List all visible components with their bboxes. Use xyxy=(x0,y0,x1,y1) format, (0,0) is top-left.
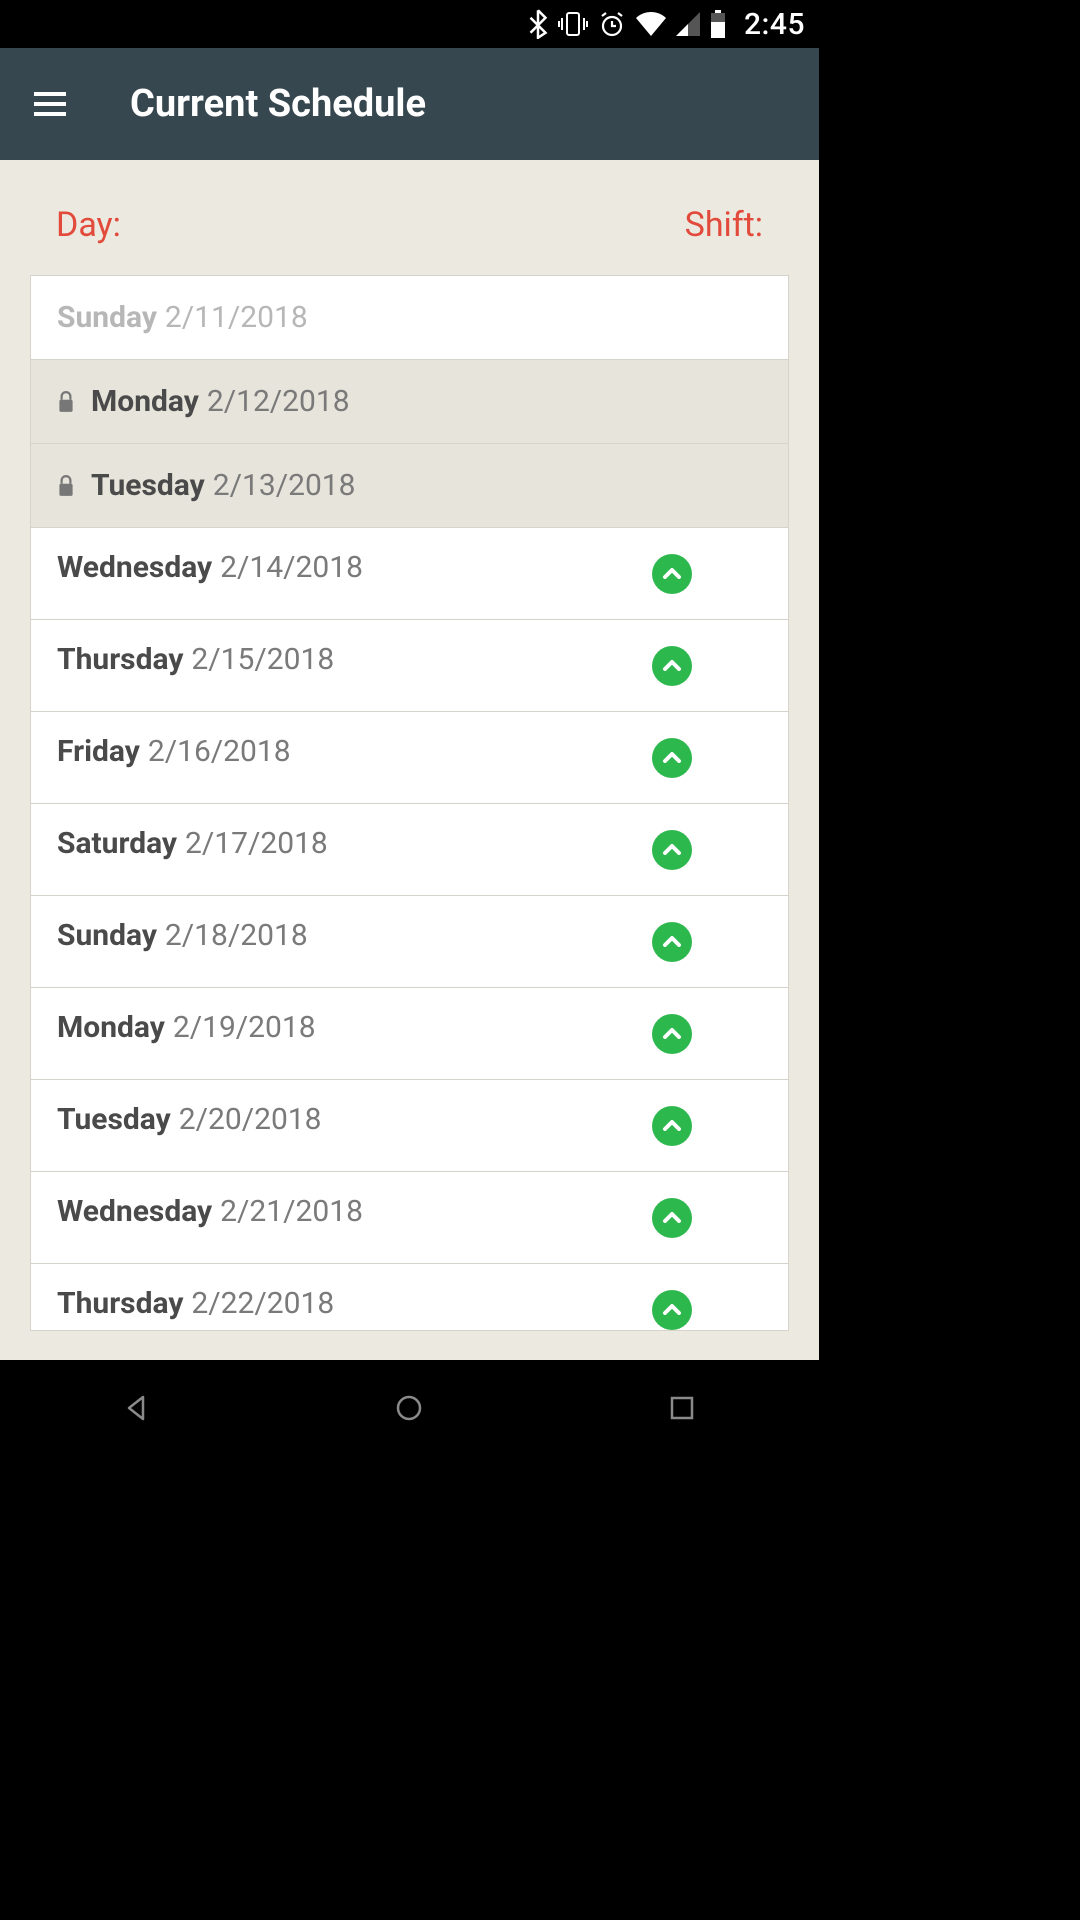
lock-icon xyxy=(57,475,75,497)
shift-up-button[interactable] xyxy=(652,738,692,778)
chevron-up-icon xyxy=(660,746,684,770)
status-clock: 2:45 xyxy=(744,7,805,42)
home-button[interactable] xyxy=(274,1360,544,1456)
android-nav-bar xyxy=(0,1360,819,1456)
shift-up-button[interactable] xyxy=(652,1290,692,1330)
schedule-row[interactable]: Saturday2/17/2018 xyxy=(31,804,788,896)
chevron-up-icon xyxy=(660,1298,684,1322)
schedule-row[interactable]: Sunday2/11/2018 xyxy=(31,276,788,360)
chevron-up-icon xyxy=(660,930,684,954)
day-name: Wednesday xyxy=(57,1194,212,1229)
schedule-row[interactable]: Tuesday2/13/2018 xyxy=(31,444,788,528)
row-text: Friday2/16/2018 xyxy=(57,734,291,769)
row-text: Wednesday2/21/2018 xyxy=(57,1194,363,1229)
day-name: Friday xyxy=(57,734,140,769)
day-name: Tuesday xyxy=(91,468,205,503)
wifi-icon xyxy=(636,12,666,36)
chevron-up-icon xyxy=(660,654,684,678)
shift-up-button[interactable] xyxy=(652,646,692,686)
vibrate-icon xyxy=(558,9,588,39)
day-date: 2/14/2018 xyxy=(220,550,363,585)
schedule-row[interactable]: Thursday2/22/2018 xyxy=(31,1264,788,1330)
alarm-icon xyxy=(598,10,626,38)
day-name: Sunday xyxy=(57,300,157,335)
schedule-row[interactable]: Monday2/19/2018 xyxy=(31,988,788,1080)
day-name: Thursday xyxy=(57,1286,183,1321)
row-text: Monday2/12/2018 xyxy=(91,384,350,419)
shift-up-button[interactable] xyxy=(652,922,692,962)
cell-signal-icon xyxy=(676,12,700,36)
chevron-up-icon xyxy=(660,562,684,586)
shift-up-button[interactable] xyxy=(652,1014,692,1054)
row-text: Thursday2/22/2018 xyxy=(57,1286,334,1321)
battery-icon xyxy=(710,10,726,38)
day-date: 2/15/2018 xyxy=(191,642,334,677)
overview-button[interactable] xyxy=(547,1360,817,1456)
schedule-row[interactable]: Friday2/16/2018 xyxy=(31,712,788,804)
day-name: Sunday xyxy=(57,918,157,953)
day-date: 2/22/2018 xyxy=(191,1286,334,1321)
day-name: Monday xyxy=(57,1010,165,1045)
bluetooth-icon xyxy=(528,9,548,39)
schedule-row[interactable]: Tuesday2/20/2018 xyxy=(31,1080,788,1172)
day-date: 2/19/2018 xyxy=(173,1010,316,1045)
chevron-up-icon xyxy=(660,838,684,862)
day-name: Saturday xyxy=(57,826,177,861)
day-name: Thursday xyxy=(57,642,183,677)
row-text: Sunday2/18/2018 xyxy=(57,918,308,953)
chevron-up-icon xyxy=(660,1114,684,1138)
lock-icon xyxy=(57,391,75,413)
day-name: Wednesday xyxy=(57,550,212,585)
day-date: 2/13/2018 xyxy=(213,468,356,503)
status-bar: 2:45 xyxy=(0,0,819,48)
content-area: Day: Shift: Sunday2/11/2018 Monday2/12/2… xyxy=(0,160,819,1360)
back-button[interactable] xyxy=(1,1360,271,1456)
day-name: Monday xyxy=(91,384,199,419)
shift-up-button[interactable] xyxy=(652,1106,692,1146)
day-date: 2/21/2018 xyxy=(220,1194,363,1229)
row-text: Wednesday2/14/2018 xyxy=(57,550,363,585)
schedule-row[interactable]: Sunday2/18/2018 xyxy=(31,896,788,988)
schedule-row[interactable]: Wednesday2/21/2018 xyxy=(31,1172,788,1264)
status-icons xyxy=(528,9,726,39)
app-bar: Current Schedule xyxy=(0,48,819,160)
day-date: 2/17/2018 xyxy=(185,826,328,861)
row-text: Tuesday2/13/2018 xyxy=(91,468,356,503)
shift-up-button[interactable] xyxy=(652,1198,692,1238)
menu-button[interactable] xyxy=(34,92,66,116)
schedule-row[interactable]: Monday2/12/2018 xyxy=(31,360,788,444)
row-text: Sunday2/11/2018 xyxy=(57,300,308,335)
day-name: Tuesday xyxy=(57,1102,171,1137)
schedule-row[interactable]: Wednesday2/14/2018 xyxy=(31,528,788,620)
day-date: 2/18/2018 xyxy=(165,918,308,953)
day-date: 2/16/2018 xyxy=(148,734,291,769)
page-title: Current Schedule xyxy=(130,82,426,126)
shift-up-button[interactable] xyxy=(652,830,692,870)
day-date: 2/12/2018 xyxy=(207,384,350,419)
day-header: Day: xyxy=(56,205,121,245)
chevron-up-icon xyxy=(660,1206,684,1230)
row-text: Tuesday2/20/2018 xyxy=(57,1102,322,1137)
day-date: 2/20/2018 xyxy=(179,1102,322,1137)
chevron-up-icon xyxy=(660,1022,684,1046)
row-text: Monday2/19/2018 xyxy=(57,1010,316,1045)
column-headers: Day: Shift: xyxy=(30,205,789,275)
shift-up-button[interactable] xyxy=(652,554,692,594)
schedule-list[interactable]: Sunday2/11/2018 Monday2/12/2018 Tuesday2… xyxy=(30,275,789,1331)
row-text: Thursday2/15/2018 xyxy=(57,642,334,677)
row-text: Saturday2/17/2018 xyxy=(57,826,328,861)
day-date: 2/11/2018 xyxy=(165,300,308,335)
shift-header: Shift: xyxy=(685,205,763,245)
schedule-row[interactable]: Thursday2/15/2018 xyxy=(31,620,788,712)
